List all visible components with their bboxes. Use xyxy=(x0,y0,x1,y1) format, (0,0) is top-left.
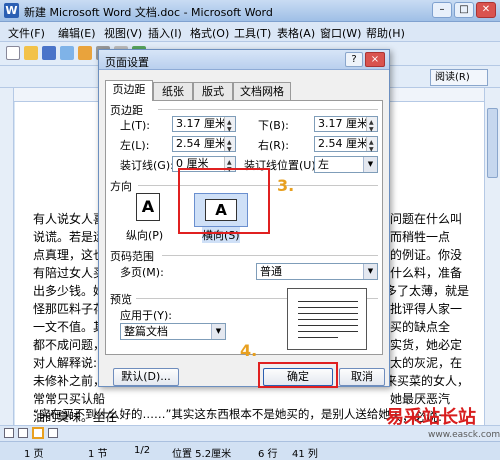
doc-line-right: 的例证。你没 xyxy=(390,248,463,262)
doc-line-bottom: “实在买不到什么好的……”其实这东西根本不是她买的，是别人送给她 xyxy=(33,407,390,421)
doc-line: 有陪过女人买 xyxy=(33,266,106,280)
vertical-ruler xyxy=(0,88,14,425)
doc-line-right: 多了太薄，就是 xyxy=(385,284,470,298)
menu-tools[interactable]: 工具(T) xyxy=(234,25,271,41)
doc-line: 有人说女人喜 xyxy=(33,212,106,226)
window-titlebar: W 新建 Microsoft Word 文档.doc - Microsoft W… xyxy=(0,0,500,22)
doc-line: 点真理，这也 xyxy=(33,248,106,262)
watermark-url: www.easck.com xyxy=(428,430,500,440)
tab-document-grid[interactable]: 文档网格 xyxy=(233,82,291,100)
orientation-group-label: 方向 xyxy=(110,180,132,193)
doc-line-right: 批评得人家一 xyxy=(390,302,463,316)
email-icon[interactable] xyxy=(78,46,92,60)
top-margin-label: 上(T): xyxy=(120,119,151,132)
outline-view-icon[interactable] xyxy=(48,428,58,438)
top-margin-field[interactable]: 3.17 厘米 xyxy=(172,116,236,137)
new-document-icon[interactable] xyxy=(6,46,20,60)
step4-label: 4. xyxy=(240,341,258,360)
apply-to-select[interactable]: 整篇文档 ▼ xyxy=(120,323,226,340)
menu-format[interactable]: 格式(O) xyxy=(190,25,229,41)
cancel-button[interactable]: 取消 xyxy=(339,368,385,386)
scroll-thumb[interactable] xyxy=(487,108,498,178)
open-folder-icon[interactable] xyxy=(24,46,38,60)
tab-layout[interactable]: 版式 xyxy=(193,82,233,100)
bottom-margin-field[interactable]: 3.17 厘米 xyxy=(314,116,378,137)
divider xyxy=(158,109,378,110)
doc-line: 对人解释说: xyxy=(33,356,98,370)
tab-paper[interactable]: 纸张 xyxy=(153,82,193,100)
doc-line-right: 买的缺点全 xyxy=(390,320,451,334)
status-page: 1 页 xyxy=(24,449,44,460)
statusbar: 1 页 1 节 1/2 位置 5.2厘米 6 行 41 列 xyxy=(0,441,500,460)
doc-line-right: 而稍牲一点 xyxy=(390,230,451,244)
doc-line: 未修补之前， xyxy=(33,374,106,388)
doc-line: 怪那匹料子花 xyxy=(33,302,106,316)
dialog-close-button[interactable]: × xyxy=(365,52,385,67)
right-margin-label: 右(R): xyxy=(258,139,289,152)
page-preview xyxy=(287,288,367,350)
normal-view-icon[interactable] xyxy=(4,428,14,438)
read-button[interactable]: 阅读(R) xyxy=(430,69,488,86)
gutter-position-select[interactable]: 左 ▼ xyxy=(314,156,378,173)
doc-line-right: 来买菜的女人， xyxy=(385,374,470,388)
menu-edit[interactable]: 编辑(E) xyxy=(58,25,96,41)
highlight-landscape xyxy=(178,168,270,234)
vertical-scrollbar[interactable] xyxy=(484,88,500,425)
right-margin-field[interactable]: 2.54 厘米 xyxy=(314,136,378,157)
portrait-label[interactable]: 纵向(P) xyxy=(126,227,163,243)
doc-line: 出多少钱。她 xyxy=(33,284,106,298)
menu-window[interactable]: 窗口(W) xyxy=(320,25,361,41)
status-position: 位置 5.2厘米 xyxy=(172,449,232,460)
menu-table[interactable]: 表格(A) xyxy=(277,25,315,41)
status-line: 6 行 xyxy=(258,449,278,460)
multiple-pages-label: 多页(M): xyxy=(120,266,164,279)
multiple-pages-select[interactable]: 普通 ▼ xyxy=(256,263,378,280)
close-window-button[interactable]: ✕ xyxy=(476,2,496,18)
print-layout-view-icon[interactable] xyxy=(32,427,44,439)
menu-file[interactable]: 文件(F) xyxy=(8,25,45,41)
web-view-icon[interactable] xyxy=(18,428,28,438)
doc-line-right: 什么料，准备 xyxy=(390,266,463,280)
save-icon[interactable] xyxy=(42,46,56,60)
dialog-titlebar: 页面设置 ? × xyxy=(99,50,389,70)
doc-line-right: 实货，她必定 xyxy=(390,338,463,352)
status-column: 41 列 xyxy=(292,449,318,460)
default-button[interactable]: 默认(D)... xyxy=(113,368,179,386)
doc-line: 都不成问题， xyxy=(33,338,106,352)
minimize-button[interactable]: – xyxy=(432,2,452,18)
help-button[interactable]: ? xyxy=(345,52,363,67)
doc-line-right: 太的灰泥，在 xyxy=(390,356,463,370)
menu-view[interactable]: 视图(V) xyxy=(104,25,142,41)
highlight-ok xyxy=(258,362,338,388)
portrait-icon[interactable]: A xyxy=(136,193,160,221)
tab-margins[interactable]: 页边距 xyxy=(105,80,153,101)
doc-line-right: 问题在什么叫 xyxy=(390,212,463,226)
status-section: 1 节 xyxy=(88,449,108,460)
maximize-button[interactable]: □ xyxy=(454,2,474,18)
step3-label: 3. xyxy=(277,176,295,195)
divider xyxy=(162,255,378,256)
apply-to-label: 应用于(Y): xyxy=(120,309,173,322)
menubar: 文件(F) 编辑(E) 视图(V) 插入(I) 格式(O) 工具(T) 表格(A… xyxy=(0,22,500,42)
watermark-text: 易采站长站 xyxy=(386,407,476,428)
margins-group-label: 页边距 xyxy=(110,104,143,117)
menu-help[interactable]: 帮助(H) xyxy=(366,25,405,41)
dialog-title: 页面设置 xyxy=(105,56,149,69)
word-app-icon: W xyxy=(4,3,19,18)
window-title: 新建 Microsoft Word 文档.doc - Microsoft Wor… xyxy=(24,6,273,19)
gutter-label: 装订线(G): xyxy=(120,159,174,172)
pages-group-label: 页码范围 xyxy=(110,250,154,263)
status-pages: 1/2 xyxy=(134,445,151,456)
preview-group-label: 预览 xyxy=(110,293,132,306)
bottom-margin-label: 下(B): xyxy=(258,119,289,132)
doc-line: 说谎。若是运 xyxy=(33,230,106,244)
menu-insert[interactable]: 插入(I) xyxy=(148,25,182,41)
left-margin-label: 左(L): xyxy=(120,139,150,152)
permission-icon[interactable] xyxy=(60,46,74,60)
left-margin-field[interactable]: 2.54 厘米 xyxy=(172,136,236,157)
